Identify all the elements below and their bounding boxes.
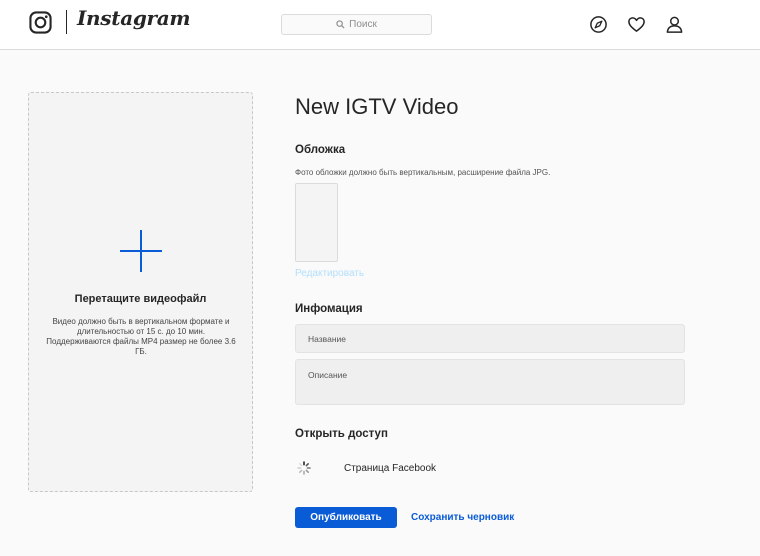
edit-cover-link[interactable]: Редактировать bbox=[295, 268, 364, 279]
cover-hint: Фото обложки должно быть вертикальным, р… bbox=[295, 168, 551, 177]
cover-section-title: Обложка bbox=[295, 144, 346, 156]
explore-compass-icon[interactable] bbox=[589, 15, 608, 34]
upload-title: Перетащите видеофайл bbox=[74, 293, 207, 305]
search-placeholder[interactable]: Поиск bbox=[349, 19, 377, 30]
profile-icon[interactable] bbox=[665, 15, 684, 34]
facebook-page-label: Страница Facebook bbox=[344, 463, 437, 474]
video-drop-zone[interactable]: Перетащите видеофайл Видео должно быть в… bbox=[28, 92, 253, 492]
upload-description: Видео должно быть в вертикальном формате… bbox=[46, 317, 236, 356]
instagram-wordmark[interactable]: Instagram bbox=[77, 6, 191, 30]
cover-thumbnail[interactable] bbox=[295, 183, 338, 262]
loading-spinner-icon bbox=[297, 461, 311, 475]
page-title: New IGTV Video bbox=[295, 94, 459, 119]
access-section-title: Открыть доступ bbox=[295, 428, 388, 440]
heart-icon[interactable] bbox=[627, 15, 646, 34]
title-input[interactable] bbox=[295, 324, 685, 353]
info-section-title: Инфомация bbox=[295, 303, 363, 315]
instagram-logo-icon[interactable] bbox=[29, 11, 52, 34]
save-draft-button[interactable]: Сохранить черновик bbox=[411, 507, 514, 528]
description-textarea[interactable] bbox=[295, 359, 685, 405]
logo-divider bbox=[66, 10, 67, 34]
top-navigation-bar: Instagram Поиск bbox=[0, 0, 760, 50]
search-box[interactable]: Поиск bbox=[281, 14, 432, 35]
plus-icon[interactable] bbox=[119, 229, 163, 273]
publish-button[interactable]: Опубликовать bbox=[295, 507, 397, 528]
search-icon bbox=[336, 20, 345, 29]
